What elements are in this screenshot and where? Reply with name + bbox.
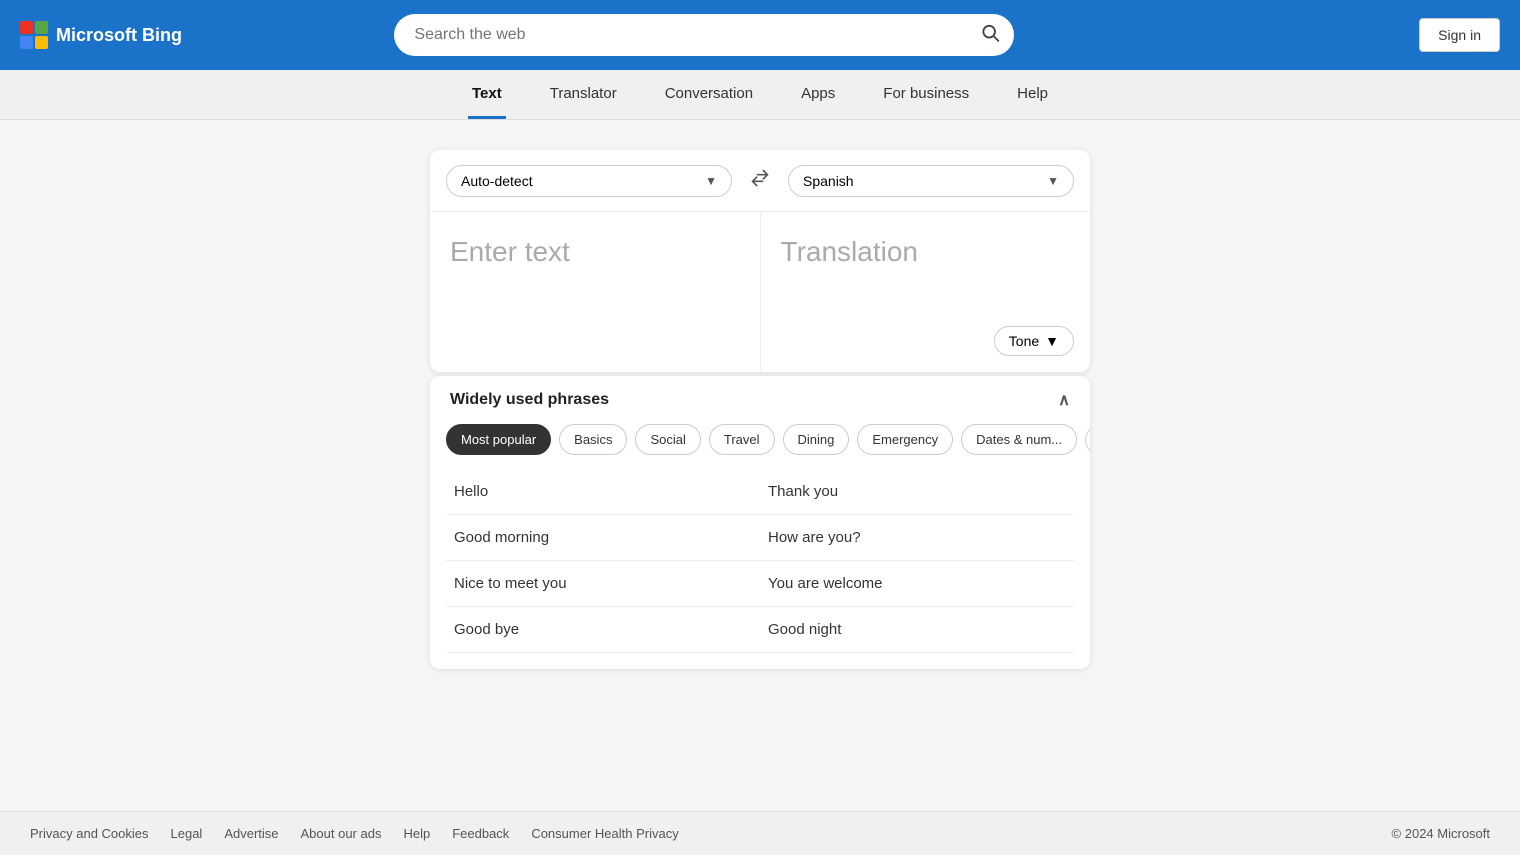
target-lang-chevron-icon: ▼ bbox=[1047, 174, 1059, 188]
nav-item-translator[interactable]: Translator bbox=[546, 71, 621, 119]
source-language-label: Auto-detect bbox=[461, 173, 533, 189]
enter-text-placeholder[interactable]: Enter text bbox=[450, 236, 570, 267]
signin-button[interactable]: Sign in bbox=[1419, 18, 1500, 52]
language-row: Auto-detect ▼ Spanish ▼ bbox=[430, 150, 1090, 212]
text-areas: Enter text Translation Tone ▼ bbox=[430, 212, 1090, 372]
source-lang-chevron-icon: ▼ bbox=[705, 174, 717, 188]
footer-about-ads[interactable]: About our ads bbox=[301, 826, 382, 841]
footer-consumer-health[interactable]: Consumer Health Privacy bbox=[531, 826, 678, 841]
phrases-section: Widely used phrases ∧ Most popular Basic… bbox=[430, 376, 1090, 669]
header: Microsoft Bing Sign in bbox=[0, 0, 1520, 70]
phrases-title: Widely used phrases bbox=[450, 391, 609, 409]
footer-copyright: © 2024 Microsoft bbox=[1392, 826, 1490, 841]
footer: Privacy and Cookies Legal Advertise Abou… bbox=[0, 811, 1520, 855]
logo-sq-yellow bbox=[35, 36, 48, 49]
logo-sq-red bbox=[20, 21, 33, 34]
phrase-good-morning[interactable]: Good morning bbox=[446, 515, 760, 561]
category-dining[interactable]: Dining bbox=[783, 424, 850, 455]
nav-item-conversation[interactable]: Conversation bbox=[661, 71, 757, 119]
footer-advertise[interactable]: Advertise bbox=[224, 826, 278, 841]
footer-legal[interactable]: Legal bbox=[171, 826, 203, 841]
source-text-panel: Enter text bbox=[430, 212, 761, 372]
logo-sq-green bbox=[35, 21, 48, 34]
translator-card: Auto-detect ▼ Spanish ▼ Enter text bbox=[430, 150, 1090, 372]
translation-panel: Translation Tone ▼ bbox=[761, 212, 1091, 372]
search-bar bbox=[394, 14, 1014, 56]
tone-label: Tone bbox=[1009, 333, 1039, 349]
microsoft-logo bbox=[20, 21, 48, 49]
phrase-good-bye[interactable]: Good bye bbox=[446, 607, 760, 653]
category-emergency[interactable]: Emergency bbox=[857, 424, 953, 455]
nav-item-apps[interactable]: Apps bbox=[797, 71, 839, 119]
logo-sq-blue bbox=[20, 36, 33, 49]
footer-feedback[interactable]: Feedback bbox=[452, 826, 509, 841]
footer-privacy[interactable]: Privacy and Cookies bbox=[30, 826, 149, 841]
phrase-you-are-welcome[interactable]: You are welcome bbox=[760, 561, 1074, 607]
nav-item-text[interactable]: Text bbox=[468, 71, 506, 119]
phrase-grid: Hello Thank you Good morning How are you… bbox=[430, 469, 1090, 669]
tone-button[interactable]: Tone ▼ bbox=[994, 326, 1074, 356]
target-language-select[interactable]: Spanish ▼ bbox=[788, 165, 1074, 197]
translation-placeholder: Translation bbox=[781, 236, 918, 267]
category-most-popular[interactable]: Most popular bbox=[446, 424, 551, 455]
phrase-good-night[interactable]: Good night bbox=[760, 607, 1074, 653]
search-input[interactable] bbox=[394, 14, 1014, 56]
footer-help[interactable]: Help bbox=[403, 826, 430, 841]
category-basics[interactable]: Basics bbox=[559, 424, 627, 455]
tone-chevron-icon: ▼ bbox=[1045, 333, 1059, 349]
swap-languages-button[interactable] bbox=[742, 164, 778, 197]
category-scroll-right-button[interactable]: > bbox=[1085, 425, 1090, 455]
footer-links: Privacy and Cookies Legal Advertise Abou… bbox=[30, 826, 679, 841]
source-language-select[interactable]: Auto-detect ▼ bbox=[446, 165, 732, 197]
logo-area: Microsoft Bing bbox=[20, 21, 182, 49]
nav-item-for-business[interactable]: For business bbox=[879, 71, 973, 119]
category-pills: Most popular Basics Social Travel Dining… bbox=[430, 424, 1090, 469]
main-content: Auto-detect ▼ Spanish ▼ Enter text bbox=[0, 120, 1520, 811]
category-travel[interactable]: Travel bbox=[709, 424, 775, 455]
search-button[interactable] bbox=[980, 23, 1000, 48]
phrase-hello[interactable]: Hello bbox=[446, 469, 760, 515]
category-dates-numbers[interactable]: Dates & num... bbox=[961, 424, 1077, 455]
phrase-how-are-you[interactable]: How are you? bbox=[760, 515, 1074, 561]
logo-text: Microsoft Bing bbox=[56, 25, 182, 46]
target-language-label: Spanish bbox=[803, 173, 854, 189]
phrase-thank-you[interactable]: Thank you bbox=[760, 469, 1074, 515]
category-social[interactable]: Social bbox=[635, 424, 700, 455]
phrases-header[interactable]: Widely used phrases ∧ bbox=[430, 376, 1090, 424]
phrase-nice-to-meet-you[interactable]: Nice to meet you bbox=[446, 561, 760, 607]
phrases-chevron-up-icon: ∧ bbox=[1058, 390, 1070, 410]
nav-bar: Text Translator Conversation Apps For bu… bbox=[0, 70, 1520, 120]
nav-item-help[interactable]: Help bbox=[1013, 71, 1052, 119]
